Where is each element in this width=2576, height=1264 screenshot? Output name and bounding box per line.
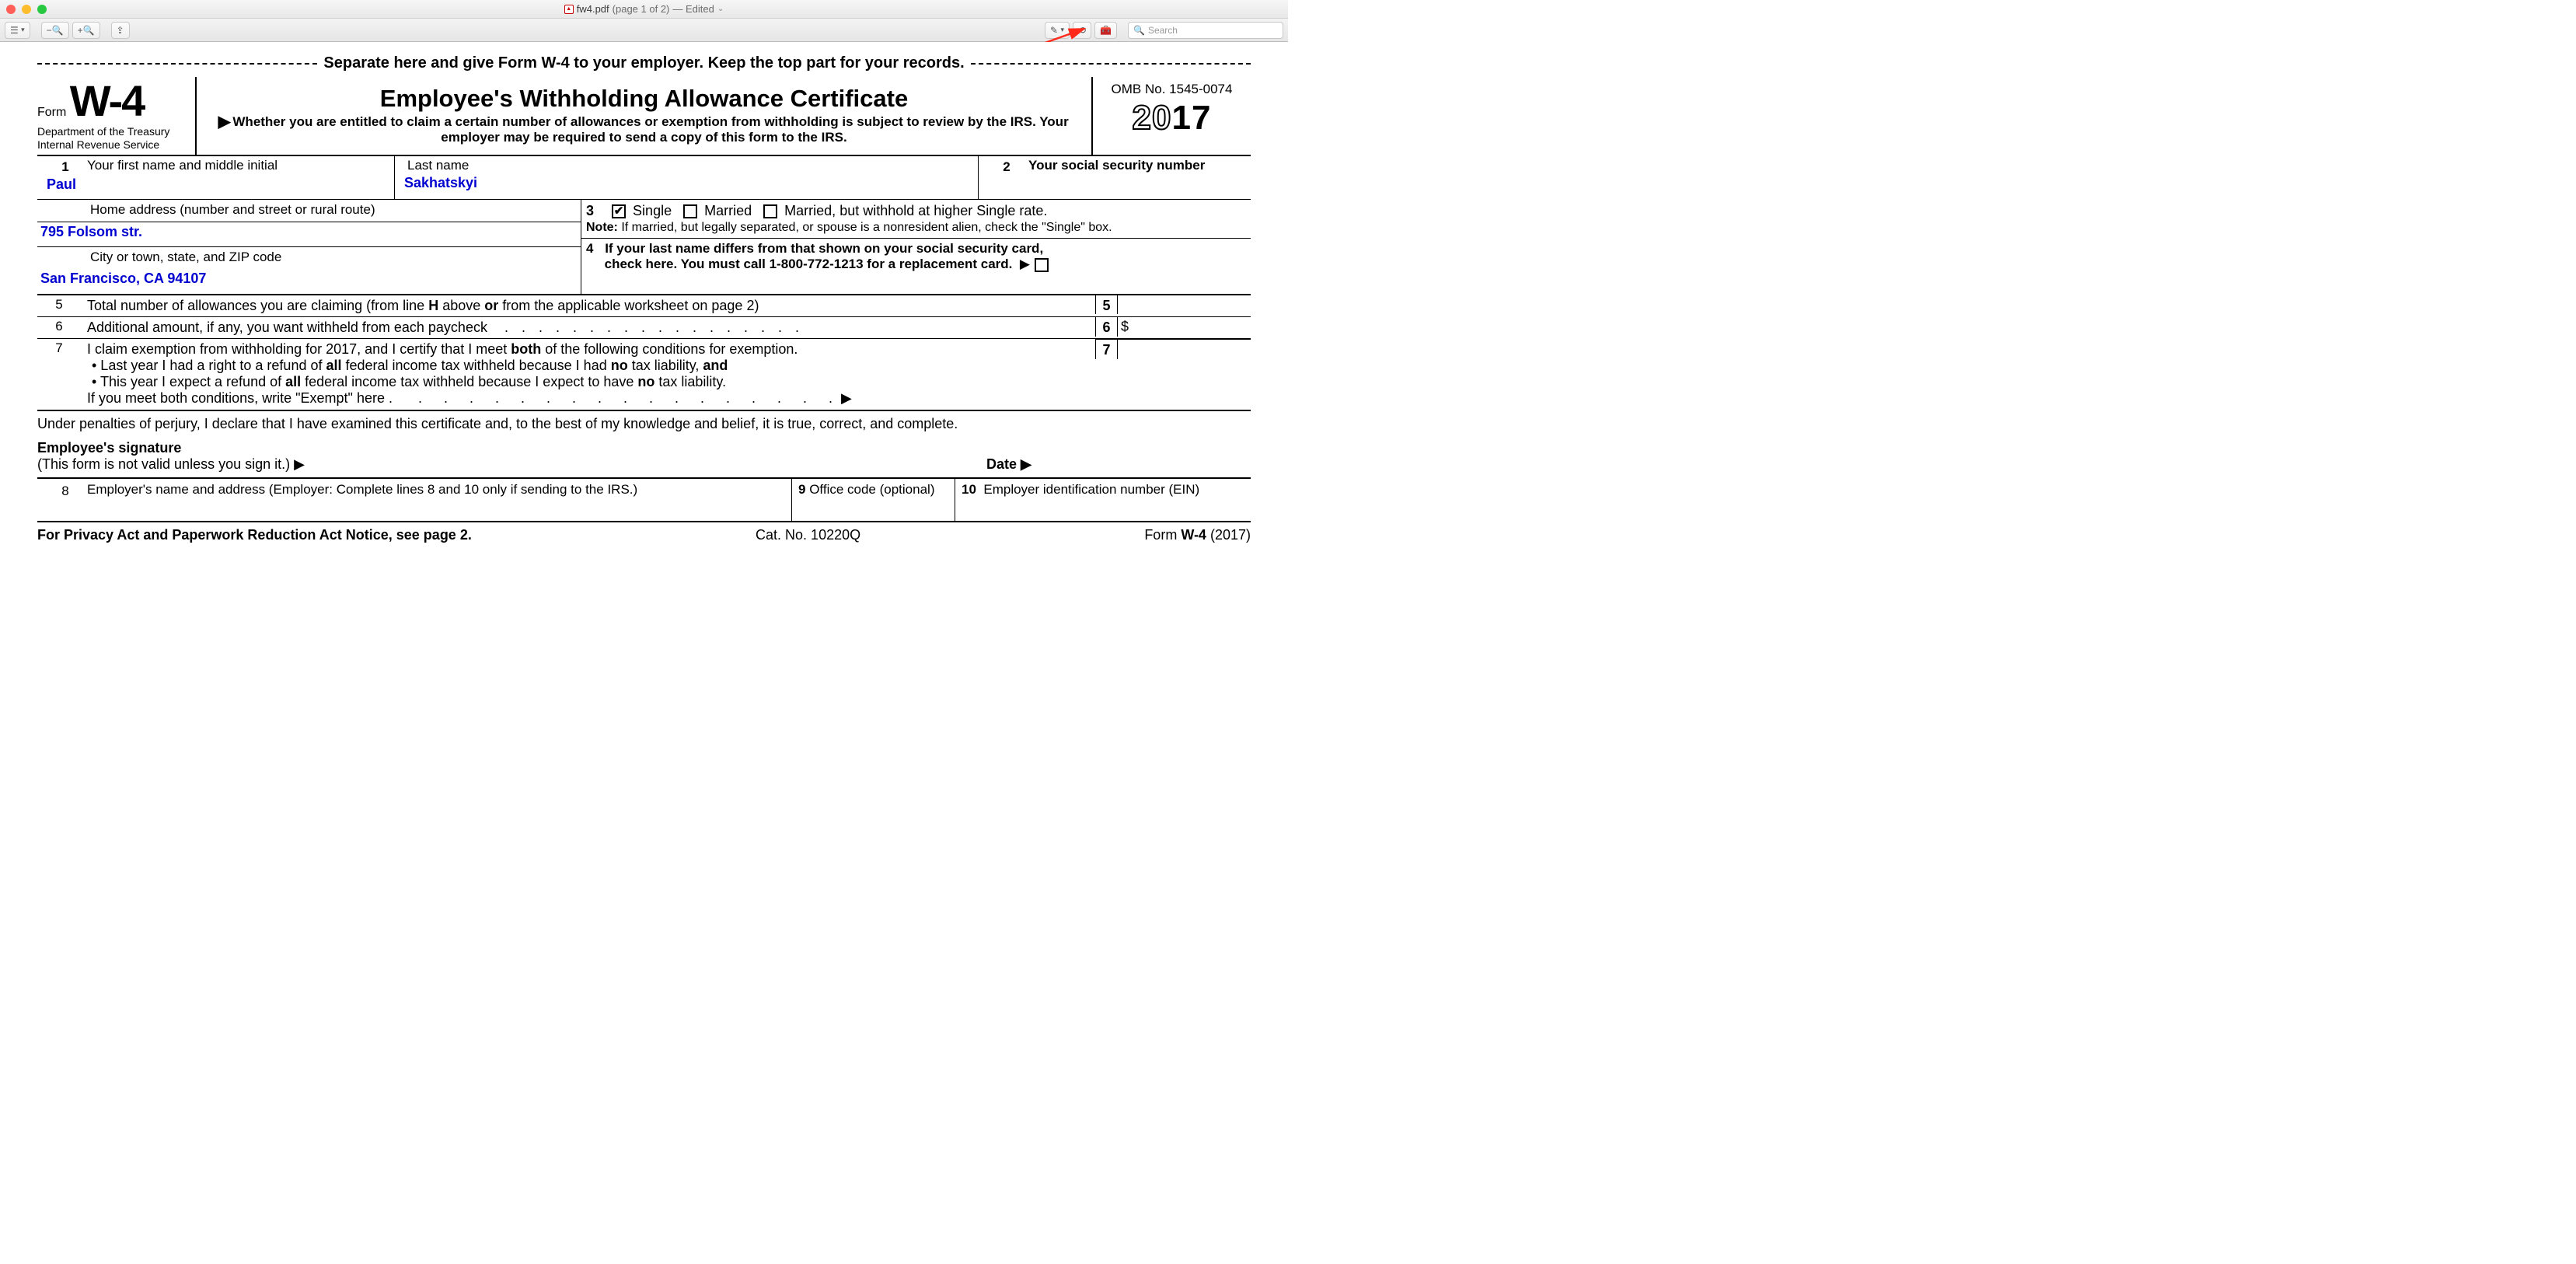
filing-status-row: 3 ✔ Single Married Married, but withhold… — [581, 200, 1251, 221]
pdf-page: Separate here and give Form W-4 to your … — [37, 54, 1251, 543]
ein-label: Employer identification number (EIN) — [983, 482, 1199, 497]
signature-row: Employee's signature (This form is not v… — [37, 438, 1251, 479]
field-5-number: 5 — [37, 295, 81, 313]
married-label: Married — [704, 203, 752, 218]
zoom-in-button[interactable]: +🔍 — [72, 22, 100, 39]
form-year: 2017 — [1096, 99, 1248, 138]
rotate-button[interactable]: ⟲ — [1073, 22, 1091, 39]
filename-label: fw4.pdf — [577, 3, 609, 15]
separator-text: Separate here and give Form W-4 to your … — [323, 54, 964, 72]
form-code: W-4 — [70, 76, 145, 125]
field-8-number: 8 — [44, 482, 87, 499]
married-higher-label: Married, but withhold at higher Single r… — [784, 203, 1047, 218]
date-label: Date ▶ — [986, 456, 1031, 472]
row-name-ssn: 1Your first name and middle initial Paul… — [37, 156, 1251, 200]
box-6-number: 6 — [1096, 317, 1118, 337]
line-4-text-2: check here. You must call 1-800-772-1213… — [605, 257, 1013, 271]
window-title[interactable]: ▲ fw4.pdf (page 1 of 2) — Edited ⌄ — [0, 3, 1288, 15]
cut-separator: Separate here and give Form W-4 to your … — [37, 54, 1251, 72]
checkbox-name-differs[interactable] — [1035, 258, 1049, 272]
page-info-label: (page 1 of 2) — [613, 3, 670, 15]
form-word: Form — [37, 106, 66, 119]
zoom-out-button[interactable]: −🔍 — [41, 22, 69, 39]
field-1-number: 1 — [44, 158, 87, 175]
line-7-meet: If you meet both conditions, write "Exem… — [87, 390, 1092, 407]
toolbar: ☰ ▾ −🔍 +🔍 ⇪ ✎ ▾ ⟲ 🧰 🔍 Search — [0, 19, 1288, 42]
search-input[interactable]: 🔍 Search — [1128, 22, 1283, 39]
line-4-text-1: If your last name differs from that show… — [605, 241, 1043, 256]
edited-label: — Edited — [672, 3, 714, 15]
field-9-number: 9 — [798, 482, 805, 497]
chevron-down-icon: ⌄ — [717, 5, 724, 13]
box-5-input[interactable] — [1118, 295, 1251, 314]
pdf-file-icon: ▲ — [564, 5, 574, 14]
signature-label: Employee's signature — [37, 440, 181, 456]
privacy-notice: For Privacy Act and Paperwork Reduction … — [37, 527, 472, 543]
box-7-number: 7 — [1096, 340, 1118, 359]
single-label: Single — [633, 203, 672, 218]
field-2-number: 2 — [985, 158, 1028, 175]
pencil-icon: ✎ — [1050, 25, 1058, 36]
form-subtitle: Whether you are entitled to claim a cert… — [232, 114, 1068, 145]
city-label: City or town, state, and ZIP code — [90, 250, 574, 265]
field-3-number: 3 — [586, 203, 594, 218]
home-address-label: Home address (number and street or rural… — [90, 202, 574, 218]
status-note: Note: If married, but legally separated,… — [581, 221, 1251, 239]
lines-5-6-7: 5 Total number of allowances you are cla… — [37, 295, 1251, 411]
dept-line-1: Department of the Treasury — [37, 125, 190, 138]
toolbox-icon: 🧰 — [1100, 25, 1112, 36]
form-title: Employee's Withholding Allowance Certifi… — [204, 85, 1084, 113]
form-header: Form W-4 Department of the Treasury Inte… — [37, 77, 1251, 156]
form-id-footer: Form W-4 (2017) — [1144, 527, 1251, 543]
signature-note: (This form is not valid unless you sign … — [37, 456, 305, 472]
page-footer: For Privacy Act and Paperwork Reduction … — [37, 522, 1251, 543]
share-button[interactable]: ⇪ — [111, 22, 130, 39]
checkbox-married-higher[interactable] — [763, 204, 777, 218]
line-7-intro: I claim exemption from withholding for 2… — [87, 341, 1092, 358]
window-titlebar: ▲ fw4.pdf (page 1 of 2) — Edited ⌄ — [0, 0, 1288, 19]
line-7-bullet-2: • This year I expect a refund of all fed… — [87, 374, 1092, 390]
last-name-value[interactable]: Sakhatskyi — [401, 173, 972, 194]
box-6-input[interactable]: $ — [1118, 317, 1251, 337]
box-5-number: 5 — [1096, 295, 1118, 314]
perjury-statement: Under penalties of perjury, I declare th… — [37, 411, 1251, 438]
search-placeholder: Search — [1148, 25, 1178, 36]
employer-row: 8Employer's name and address (Employer: … — [37, 479, 1251, 522]
field-6-number: 6 — [37, 317, 81, 334]
line-6-text: Additional amount, if any, you want with… — [87, 319, 487, 335]
field-7-number: 7 — [37, 339, 81, 356]
zoom-out-icon: −🔍 — [47, 25, 64, 36]
first-name-label: Your first name and middle initial — [87, 158, 277, 175]
last-name-label: Last name — [401, 158, 972, 173]
field-4-number: 4 — [586, 241, 593, 256]
catalog-number: Cat. No. 10220Q — [756, 527, 860, 543]
box-7-input[interactable] — [1118, 340, 1251, 359]
annotate-button[interactable]: 🧰 — [1094, 22, 1117, 39]
search-icon: 🔍 — [1133, 25, 1145, 36]
sidebar-button[interactable]: ☰ ▾ — [5, 22, 30, 39]
dept-line-2: Internal Revenue Service — [37, 138, 190, 152]
line-4: 4 If your last name differs from that sh… — [581, 239, 1251, 274]
omb-number: OMB No. 1545-0074 — [1096, 82, 1248, 97]
zoom-in-icon: +🔍 — [78, 25, 95, 36]
line-7-bullet-1: • Last year I had a right to a refund of… — [87, 358, 1092, 374]
line-5-text: Total number of allowances you are claim… — [81, 295, 1095, 316]
employer-label: Employer's name and address (Employer: C… — [87, 482, 637, 499]
field-10-number: 10 — [962, 482, 976, 497]
home-address-value[interactable]: 795 Folsom str. — [37, 222, 574, 243]
rotate-icon: ⟲ — [1078, 25, 1086, 36]
ssn-label: Your social security number — [1028, 158, 1205, 175]
checkbox-married[interactable] — [683, 204, 697, 218]
triangle-icon: ▶ — [218, 113, 231, 131]
markup-button[interactable]: ✎ ▾ — [1045, 22, 1070, 39]
share-icon: ⇪ — [117, 25, 124, 36]
city-value[interactable]: San Francisco, CA 94107 — [37, 269, 574, 290]
document-viewport[interactable]: Separate here and give Form W-4 to your … — [0, 42, 1288, 632]
office-code-label: Office code (optional) — [809, 482, 934, 497]
first-name-value[interactable]: Paul — [44, 175, 388, 196]
checkbox-single[interactable]: ✔ — [612, 204, 626, 218]
